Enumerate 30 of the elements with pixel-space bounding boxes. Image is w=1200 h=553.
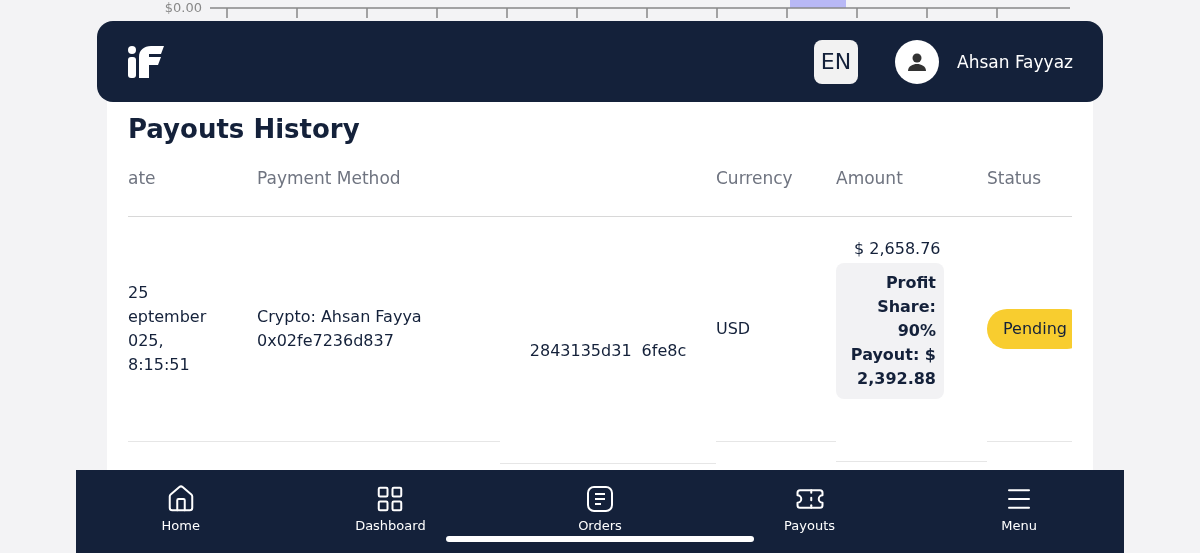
status-badge: Pending	[987, 309, 1072, 349]
nav-item[interactable]: Home	[76, 470, 286, 553]
nav-item[interactable]: Menu	[914, 470, 1124, 553]
column-header: Amount	[836, 168, 903, 188]
person-icon	[907, 51, 928, 72]
nav-item[interactable]: Orders	[495, 470, 705, 553]
wallet-address: 0x02fe7236d837	[257, 330, 395, 352]
wallet-address: 6fe8c	[641, 340, 687, 362]
column-header: Currency	[716, 168, 793, 188]
date-text: 025,	[128, 330, 165, 352]
nav-item[interactable]: Dashboard	[285, 470, 496, 553]
payment-method-text: Crypto: Ahsan Fayya	[257, 306, 423, 328]
amount-text: $ 2,658.76	[854, 238, 942, 260]
column-header: Payment Method	[257, 168, 401, 188]
page-title: Payouts History	[128, 114, 361, 144]
date-text: 25	[128, 282, 150, 304]
column-header: ate	[128, 168, 156, 188]
currency-text: USD	[716, 318, 752, 340]
document-icon	[585, 484, 615, 514]
user-name[interactable]: Ahsan Fayyaz	[957, 51, 1073, 72]
nav-item[interactable]: Payouts	[704, 470, 915, 553]
date-text: 8:15:51	[128, 354, 191, 376]
language-button[interactable]: EN	[814, 39, 859, 84]
profit-share-text: Profit Share: 90%	[876, 272, 937, 342]
column-header: Status	[987, 168, 1042, 188]
logo-icon[interactable]	[127, 44, 165, 79]
wallet-address: 2843135d31	[529, 340, 632, 362]
axis-label: $0.00	[163, 0, 202, 16]
payout-text: Payout: $ 2,392.88	[849, 344, 937, 390]
date-text: eptember	[128, 306, 208, 328]
